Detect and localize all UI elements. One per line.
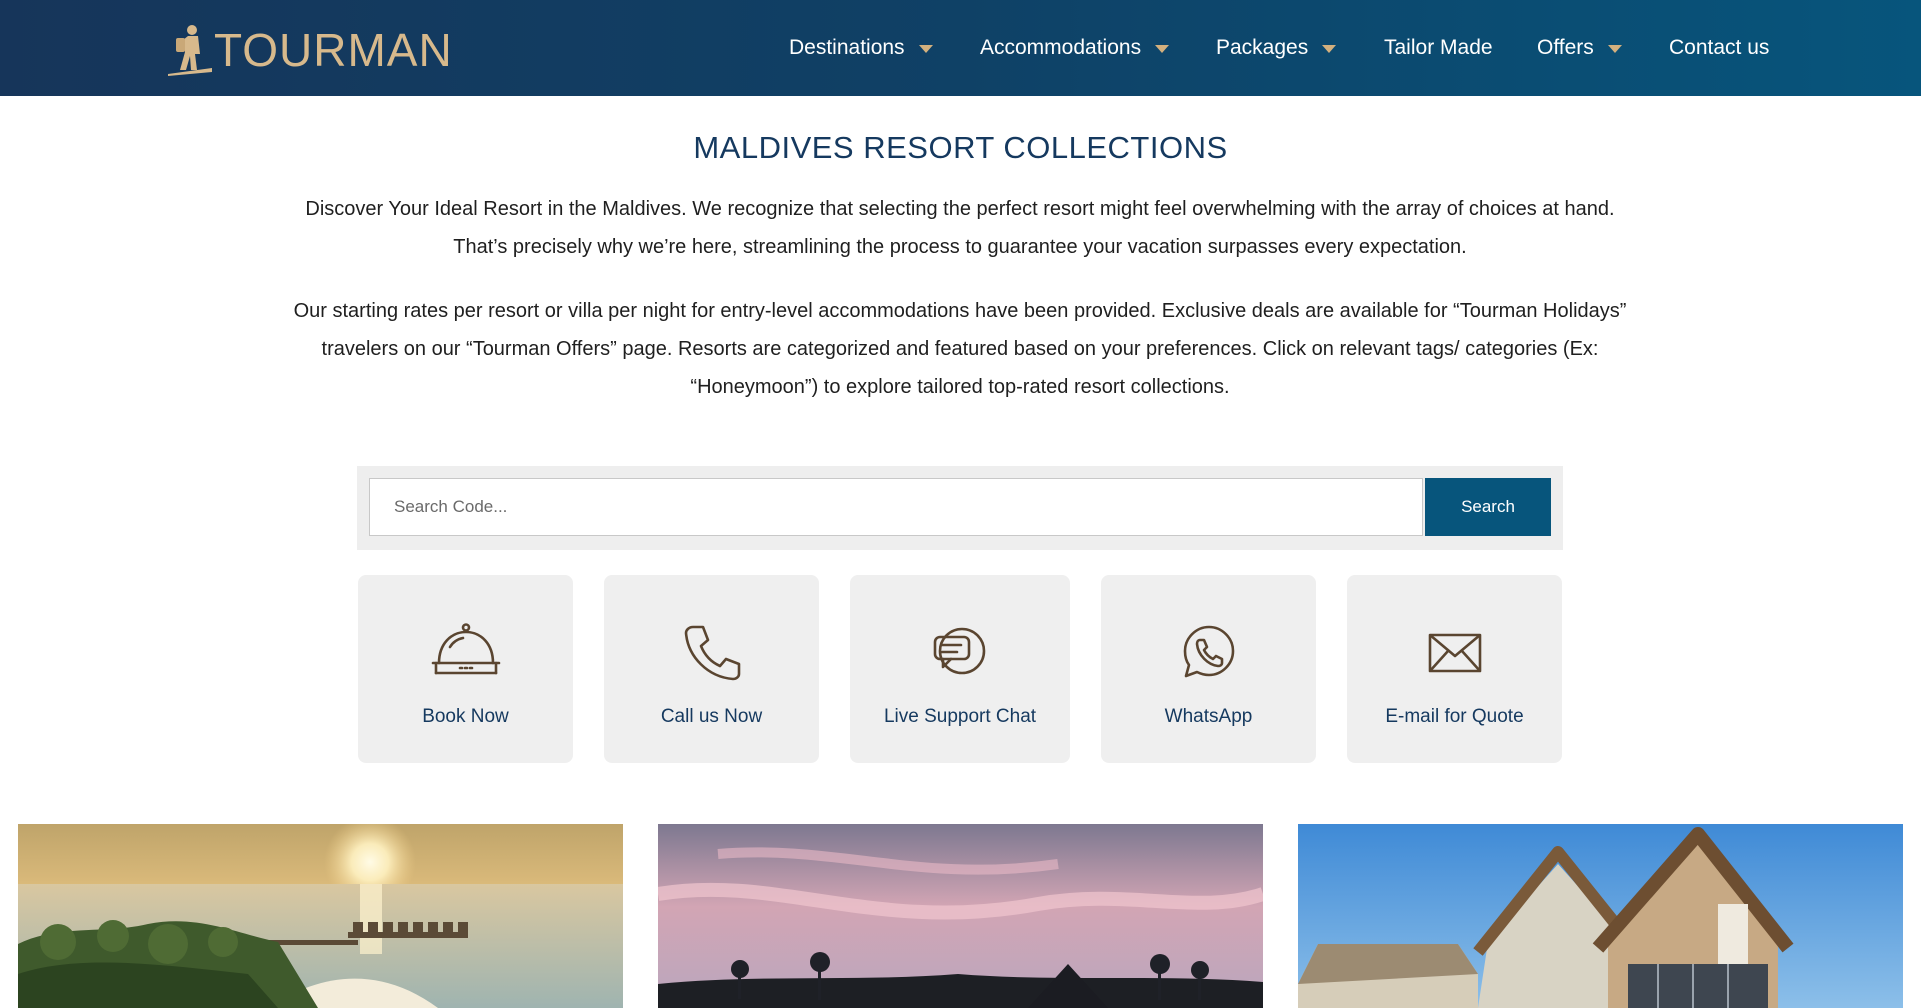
nav-destinations[interactable]: Destinations <box>789 0 933 96</box>
logo-wordmark: TOURMAN <box>214 24 453 76</box>
card-label: Book Now <box>422 706 509 727</box>
page-title: MALDIVES RESORT COLLECTIONS <box>693 130 1228 165</box>
caret-down-icon <box>1607 45 1622 53</box>
nav-label: Destinations <box>789 36 905 59</box>
hiker-logo-icon <box>168 25 212 76</box>
whatsapp-card[interactable]: WhatsApp <box>1101 575 1316 763</box>
card-label: Live Support Chat <box>883 706 1037 727</box>
card-label: E-mail for Quote <box>1385 706 1524 727</box>
resort-photo <box>18 824 623 1008</box>
nav-accommodations[interactable]: Accommodations <box>980 0 1170 96</box>
search-code-input[interactable] <box>369 478 1423 536</box>
nav-packages[interactable]: Packages <box>1216 0 1337 96</box>
service-bell-icon <box>431 623 500 675</box>
phone-icon <box>684 625 740 681</box>
sunset-overwater-villas-photo[interactable] <box>18 824 623 1008</box>
search-button[interactable]: Search <box>1425 478 1551 536</box>
search-bar: Search <box>357 466 1563 550</box>
caret-down-icon <box>1322 45 1337 53</box>
live-support-chat-card[interactable]: Live Support Chat <box>850 575 1070 763</box>
pink-sky-palms-photo[interactable] <box>658 824 1263 1008</box>
nav-label: Packages <box>1216 36 1309 59</box>
resort-photo <box>658 824 1263 1008</box>
tourman-logo[interactable]: TOURMAN <box>168 24 453 76</box>
envelope-icon <box>1428 633 1481 673</box>
nav-label: Contact us <box>1669 36 1770 59</box>
details-paragraph: Our starting rates per resort or villa p… <box>293 300 1627 398</box>
site-header: TOURMAN Destinations Accommodations Pack… <box>0 0 1921 96</box>
nav-tailor-made[interactable]: Tailor Made <box>1384 0 1493 96</box>
wooden-villa-blue-sky-photo[interactable] <box>1298 824 1903 1008</box>
card-label: Call us Now <box>660 706 763 727</box>
card-label: WhatsApp <box>1164 706 1253 727</box>
call-us-card[interactable]: Call us Now <box>604 575 819 763</box>
nav-label: Offers <box>1537 36 1594 59</box>
nav-offers[interactable]: Offers <box>1537 0 1622 96</box>
caret-down-icon <box>918 45 933 53</box>
resort-photo <box>1298 824 1903 1008</box>
chat-icon <box>933 627 986 675</box>
nav-label: Accommodations <box>980 36 1142 59</box>
intro-paragraph: Discover Your Ideal Resort in the Maldiv… <box>305 198 1615 258</box>
nav-label: Tailor Made <box>1384 36 1493 59</box>
email-quote-card[interactable]: E-mail for Quote <box>1347 575 1562 763</box>
caret-down-icon <box>1155 45 1170 53</box>
book-now-card[interactable]: Book Now <box>358 575 573 763</box>
nav-contact-us[interactable]: Contact us <box>1669 0 1769 96</box>
whatsapp-icon <box>1183 625 1234 678</box>
